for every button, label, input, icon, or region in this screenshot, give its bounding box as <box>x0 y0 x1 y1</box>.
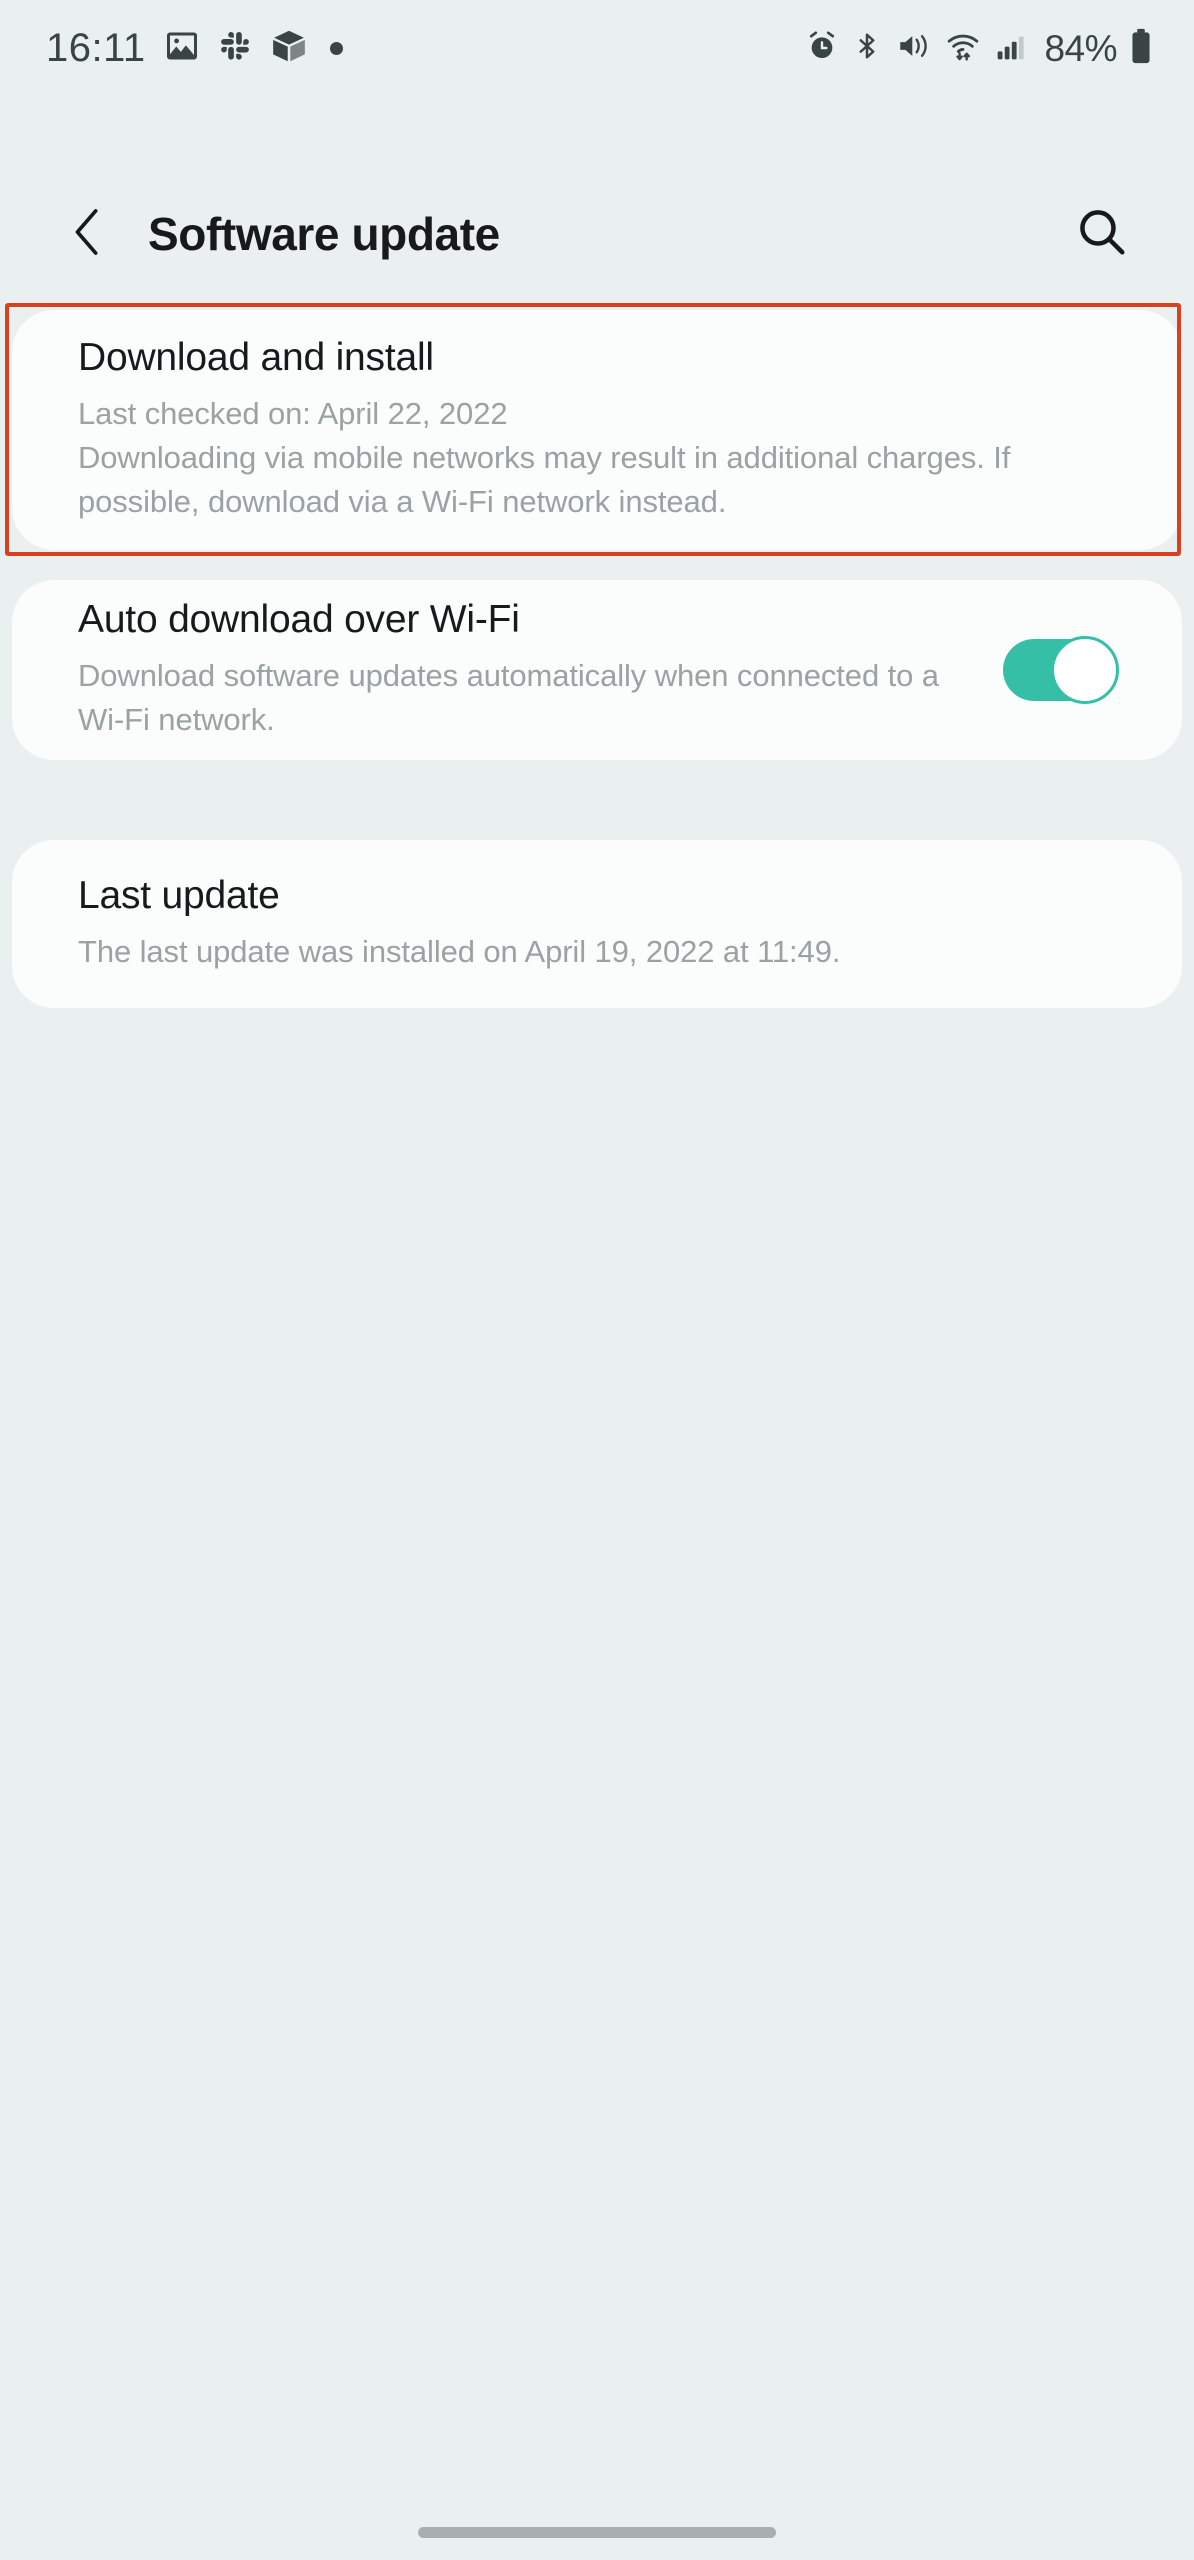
download-and-install-card[interactable]: Download and install Last checked on: Ap… <box>12 310 1182 550</box>
alarm-icon <box>805 29 839 68</box>
chevron-left-icon <box>65 204 111 265</box>
search-icon <box>1075 205 1129 264</box>
status-bar-left: 16:11 <box>46 27 343 70</box>
auto-download-card[interactable]: Auto download over Wi-Fi Download softwa… <box>12 580 1182 760</box>
status-bar: 16:11 84% <box>0 0 1194 96</box>
page-title: Software update <box>148 208 500 260</box>
box-3d-icon <box>270 27 308 70</box>
auto-download-card-inner: Auto download over Wi-Fi Download softwa… <box>12 580 1182 760</box>
battery-icon <box>1130 27 1152 70</box>
slack-icon <box>218 29 252 68</box>
last-update-card-text: Last update The last update was installe… <box>78 874 1116 975</box>
bluetooth-icon <box>852 29 882 68</box>
gallery-icon <box>164 28 200 69</box>
app-bar: Software update <box>0 170 1194 298</box>
last-update-card-inner: Last update The last update was installe… <box>12 840 1182 1008</box>
home-indicator[interactable] <box>418 2527 776 2538</box>
search-button[interactable] <box>1066 198 1138 270</box>
phone-screen: 16:11 84% Software update Download and i… <box>0 0 1194 2560</box>
signal-icon <box>995 29 1027 68</box>
status-clock: 16:11 <box>46 26 146 70</box>
back-button[interactable] <box>56 202 120 266</box>
toggle-knob <box>1051 636 1119 704</box>
last-update-card: Last update The last update was installe… <box>12 840 1182 1008</box>
wifi-icon <box>944 29 982 68</box>
last-update-card-description: The last update was installed on April 1… <box>78 934 841 970</box>
download-card-title: Download and install <box>78 335 434 379</box>
auto-download-toggle[interactable] <box>1003 636 1119 704</box>
last-update-card-title: Last update <box>78 873 280 917</box>
auto-download-card-description: Download software updates automatically … <box>78 658 939 738</box>
status-bar-right: 84% <box>805 27 1152 70</box>
download-card-last-checked: Last checked on: April 22, 2022 <box>78 396 508 432</box>
mute-vibrate-icon <box>895 29 931 68</box>
download-card-description: Downloading via mobile networks may resu… <box>78 440 1011 520</box>
download-card-text: Download and install Last checked on: Ap… <box>78 336 1116 525</box>
battery-percentage: 84% <box>1044 27 1117 69</box>
dot-indicator-icon <box>329 41 343 55</box>
auto-download-card-text: Auto download over Wi-Fi Download softwa… <box>78 598 969 743</box>
download-card-inner: Download and install Last checked on: Ap… <box>12 310 1182 550</box>
auto-download-card-title: Auto download over Wi-Fi <box>78 597 520 641</box>
